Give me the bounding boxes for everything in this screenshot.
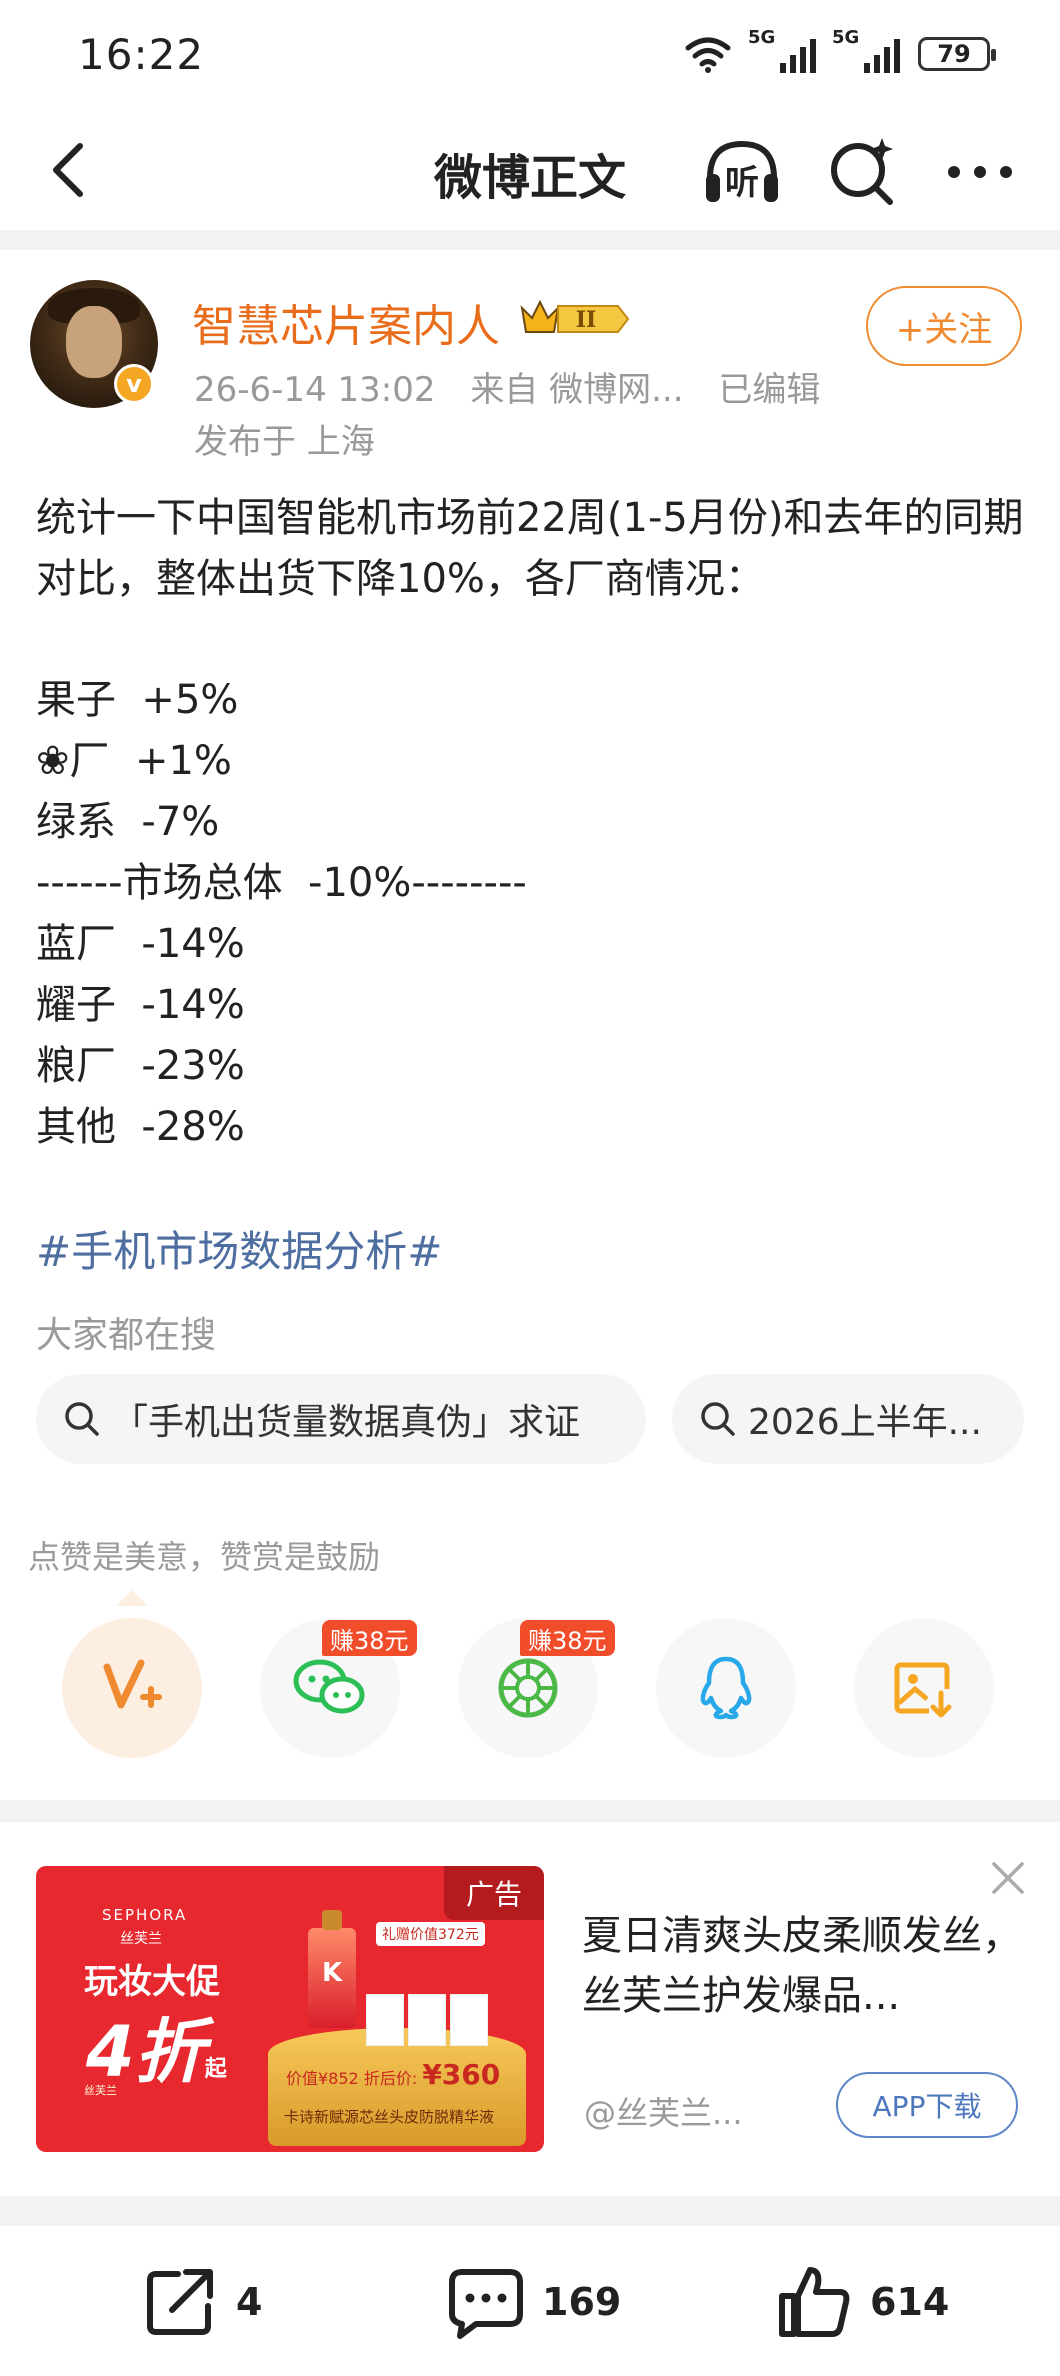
post-line: 绿系 -7% [36, 799, 220, 845]
search-icon [65, 1402, 99, 1436]
search-chip-label: 「手机出货量数据真伪」求证 [112, 1402, 581, 1443]
level-badge-text: II [576, 307, 597, 333]
earn-tag: 赚38元 [520, 1620, 615, 1656]
share-action[interactable]: 4 [142, 2264, 262, 2340]
reward-pointer [116, 1590, 148, 1606]
share-icon [147, 2269, 213, 2335]
like-count: 614 [870, 2280, 950, 2324]
nav-bar: 微博正文 听 [0, 112, 1060, 230]
divider-band [0, 230, 1060, 250]
comment-action[interactable]: 169 [446, 2264, 621, 2340]
share-count: 4 [236, 2280, 263, 2324]
reward-button[interactable] [62, 1618, 202, 1758]
ad-product-box [366, 1994, 404, 2046]
username[interactable]: 智慧芯片案内人 [192, 290, 500, 354]
hashtag-link[interactable]: #手机市场数据分析# [36, 1218, 442, 1279]
post-line: ❀厂 +1% [36, 738, 232, 784]
post-location: 发布于 上海 [194, 422, 375, 462]
ad-brand: SEPHORA [102, 1906, 188, 1924]
app-download-button[interactable]: APP下载 [836, 2072, 1018, 2138]
post-meta: 26-6-14 13:02 来自 微博网... 已编辑 [194, 362, 844, 411]
trending-search-title: 大家都在搜 [36, 1315, 217, 1356]
ad-product-box [408, 1994, 446, 2046]
timestamp: 26-6-14 13:02 [194, 370, 436, 410]
bottom-action-bar: 4 169 614 [0, 2226, 1060, 2376]
qq-icon [700, 1656, 752, 1720]
comment-count: 169 [542, 2280, 622, 2324]
cell-signal-2: 5G [832, 27, 900, 73]
search-chip[interactable]: 「手机出货量数据真伪」求证 [36, 1374, 646, 1464]
follow-button[interactable]: +关注 [866, 286, 1022, 366]
earn-tag: 赚38元 [322, 1620, 417, 1656]
back-arrow-icon[interactable] [36, 134, 108, 206]
search-chip-label: 2026上半年... [748, 1402, 982, 1443]
moments-icon [498, 1658, 558, 1718]
post-line: 耀子 -14% [36, 982, 245, 1028]
ad-image[interactable]: 广告 SEPHORA 丝芙兰 玩妆大促 4折起 丝芙兰 礼赠价值372元 K 价… [36, 1866, 544, 2152]
ad-product-name: 卡诗新赋源芯丝头皮防脱精华液 [284, 2108, 495, 2126]
status-time: 16:22 [78, 30, 205, 79]
ad-tag: 广告 [444, 1866, 544, 1920]
close-icon[interactable] [986, 1856, 1030, 1900]
ad-brand-cn: 丝芙兰 [120, 1931, 162, 1947]
listen-label: 听 [725, 163, 759, 203]
battery-indicator: 79 [918, 37, 996, 71]
ad-fineprint: 丝芙兰 [84, 2084, 117, 2097]
divider-band [0, 1800, 1060, 1822]
save-image-button[interactable] [854, 1618, 994, 1758]
ad-price: 价值¥852 折后价: ¥360 [286, 2058, 501, 2091]
post-line: 粮厂 -23% [36, 1043, 245, 1089]
post-line: 果子 +5% [36, 677, 239, 723]
search-icon [701, 1402, 735, 1436]
status-bar: 16:22 5G 5G 79 [0, 0, 1060, 112]
level-crown-badge-icon: II [520, 299, 630, 333]
search-sparkle-icon[interactable] [824, 132, 904, 212]
thumbs-up-icon [779, 2267, 850, 2337]
like-action[interactable]: 614 [774, 2264, 949, 2340]
post-line: 蓝厂 -14% [36, 921, 245, 967]
post-source: 来自 微博网... [470, 370, 684, 410]
status-icons: 5G 5G 79 [684, 27, 996, 74]
verified-badge-icon: v [114, 364, 154, 404]
listen-icon[interactable]: 听 [700, 130, 784, 214]
edited-label[interactable]: 已编辑 [718, 370, 820, 410]
save-image-icon [894, 1662, 952, 1718]
share-qq-button[interactable] [656, 1618, 796, 1758]
wechat-icon [293, 1659, 365, 1714]
reward-prompt: 点赞是美意，赞赏是鼓励 [28, 1538, 381, 1576]
ad-bottle-letter: K [322, 1958, 343, 1988]
post-line: 其他 -28% [36, 1104, 245, 1150]
signal-label: 5G [832, 27, 860, 48]
post-intro: 统计一下中国智能机市场前22周(1-5月份)和去年的同期对比，整体出货下降10%… [36, 495, 1024, 602]
wifi-icon [685, 37, 731, 73]
post-line: ------市场总体 -10%-------- [36, 860, 527, 906]
ad-gift-value: 礼赠价值372元 [376, 1922, 485, 1946]
v-plus-icon [103, 1659, 162, 1709]
more-icon[interactable] [940, 152, 1020, 192]
ad-headline[interactable]: 夏日清爽头皮柔顺发丝，丝芙兰护发爆品... [582, 1906, 1022, 2026]
divider-band [0, 2196, 1060, 2226]
ad-bottle-image: K [308, 1910, 356, 2028]
signal-label: 5G [748, 27, 776, 48]
search-chip[interactable]: 2026上半年... [672, 1374, 1024, 1464]
cell-signal-1: 5G [748, 27, 816, 73]
ad-product-box [450, 1994, 488, 2046]
comment-icon [449, 2269, 523, 2339]
ad-source: @丝芙兰... [584, 2094, 743, 2132]
post-data-lines: 果子 +5% ❀厂 +1% 绿系 -7% ------市场总体 -10%----… [36, 670, 527, 1158]
